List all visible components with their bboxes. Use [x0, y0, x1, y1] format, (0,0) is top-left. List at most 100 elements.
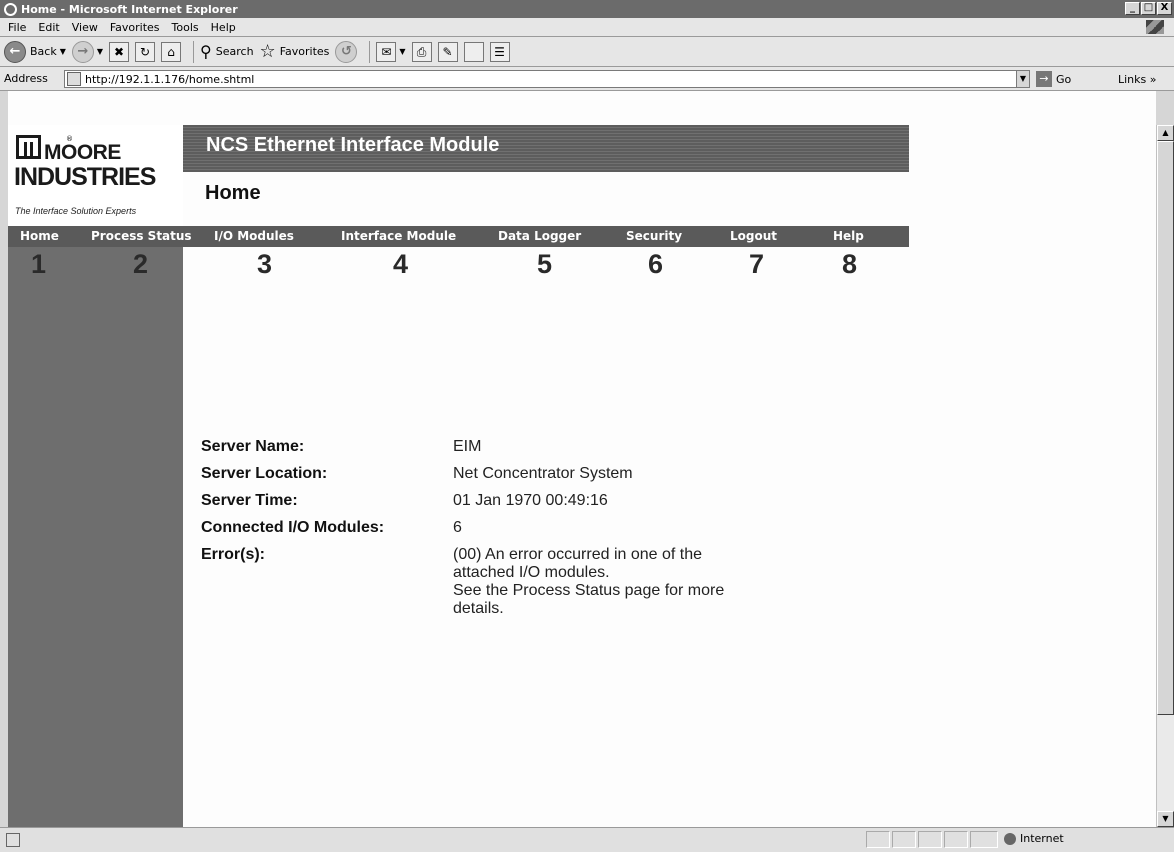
- internet-explorer-icon: [4, 2, 17, 16]
- menu-favorites[interactable]: Favorites: [110, 21, 160, 34]
- search-icon: ⚲: [200, 42, 212, 61]
- page-viewport: ® MOORE INDUSTRIES The Interface Solutio…: [8, 125, 1156, 827]
- server-time-value: 01 Jan 1970 00:49:16: [453, 492, 608, 509]
- banner-title: NCS Ethernet Interface Module: [206, 134, 500, 156]
- sidebar: [8, 247, 183, 827]
- address-input[interactable]: http://192.1.1.176/home.shtml: [64, 70, 1030, 88]
- nav-number-process-status: 2: [133, 249, 149, 279]
- logo-tagline: The Interface Solution Experts: [15, 206, 137, 216]
- print-button[interactable]: ⎙: [411, 41, 432, 62]
- nav-number-security: 6: [648, 249, 664, 279]
- status-pane: [970, 831, 998, 848]
- nav-process-status[interactable]: Process Status: [91, 229, 192, 243]
- security-zone: Internet: [1004, 832, 1064, 845]
- forward-button[interactable]: → ▼: [71, 40, 103, 63]
- star-icon: ☆: [259, 41, 276, 62]
- mail-button[interactable]: ✉ ▼: [376, 41, 406, 62]
- server-time-label: Server Time:: [201, 492, 298, 509]
- home-icon: ⌂: [161, 41, 182, 62]
- status-pane: [918, 831, 942, 848]
- server-name-label: Server Name:: [201, 438, 305, 455]
- links-label: Links: [1118, 73, 1147, 86]
- errors-value: (00) An error occurred in one of the att…: [453, 546, 793, 618]
- nav-interface-module[interactable]: Interface Module: [341, 229, 456, 243]
- forward-arrow-icon: →: [71, 40, 94, 63]
- status-bar: Internet: [0, 827, 1174, 852]
- research-button[interactable]: ☰: [489, 41, 510, 62]
- error-line: (00) An error occurred in one of the: [453, 546, 703, 563]
- vertical-scrollbar[interactable]: ▲ ▼: [1156, 125, 1174, 827]
- menu-edit[interactable]: Edit: [38, 21, 59, 34]
- page-status-icon: [6, 833, 20, 847]
- stop-icon: ✖: [109, 41, 130, 62]
- print-icon: ⎙: [411, 41, 432, 62]
- menu-tools[interactable]: Tools: [172, 21, 199, 34]
- browser-toolbar: ← Back ▼ → ▼ ✖ ↻ ⌂ ⚲ Search ☆ Favorites …: [0, 37, 1174, 67]
- chevron-down-icon[interactable]: ▼: [60, 47, 66, 56]
- discuss-button[interactable]: [463, 41, 484, 62]
- server-location-label: Server Location:: [201, 465, 328, 482]
- scroll-thumb[interactable]: [1157, 141, 1174, 715]
- address-bar: Address http://192.1.1.176/home.shtml ▼ …: [0, 67, 1174, 91]
- address-label: Address: [4, 72, 48, 85]
- chevron-down-icon[interactable]: ▼: [97, 47, 103, 56]
- search-button[interactable]: ⚲ Search: [200, 42, 254, 61]
- toolbar-separator: [369, 40, 371, 63]
- go-label: Go: [1056, 72, 1072, 86]
- home-button[interactable]: ⌂: [161, 41, 182, 62]
- back-button[interactable]: ← Back ▼: [4, 40, 66, 63]
- close-button[interactable]: X: [1157, 2, 1172, 15]
- stop-button[interactable]: ✖: [109, 41, 130, 62]
- discuss-icon: [463, 41, 484, 62]
- nav-security[interactable]: Security: [626, 229, 682, 243]
- chevron-right-icon: »: [1149, 73, 1157, 86]
- address-dropdown-icon[interactable]: ▼: [1016, 70, 1030, 88]
- menu-file[interactable]: File: [8, 21, 26, 34]
- toolbar-separator: [193, 40, 195, 63]
- moore-logo-mark: [16, 135, 41, 159]
- page-title: Home: [205, 182, 261, 204]
- page-icon: [67, 72, 81, 86]
- search-label: Search: [215, 45, 254, 58]
- go-button[interactable]: → Go: [1036, 71, 1071, 87]
- scroll-down-icon[interactable]: ▼: [1157, 811, 1174, 827]
- favorites-button[interactable]: ☆ Favorites: [260, 41, 330, 62]
- minimize-button[interactable]: _: [1125, 2, 1140, 15]
- menu-bar: File Edit View Favorites Tools Help: [0, 18, 1174, 37]
- window-titlebar: Home - Microsoft Internet Explorer _ □ X: [0, 0, 1174, 18]
- server-location-value: Net Concentrator System: [453, 465, 633, 482]
- menu-view[interactable]: View: [72, 21, 98, 34]
- links-button[interactable]: Links »: [1118, 73, 1157, 86]
- nav-io-modules[interactable]: I/O Modules: [214, 229, 294, 243]
- refresh-icon: ↻: [135, 41, 156, 62]
- edit-icon: ✎: [437, 41, 458, 62]
- nav-number-help: 8: [842, 249, 858, 279]
- history-button[interactable]: ↺: [335, 40, 358, 63]
- refresh-button[interactable]: ↻: [135, 41, 156, 62]
- nav-logout[interactable]: Logout: [730, 229, 777, 243]
- error-line: See the Process Status page for more: [453, 582, 725, 599]
- scroll-up-icon[interactable]: ▲: [1157, 125, 1174, 141]
- main-nav: Home Process Status I/O Modules Interfac…: [8, 226, 909, 247]
- windows-logo-icon: [1146, 20, 1164, 34]
- maximize-button[interactable]: □: [1141, 2, 1156, 15]
- chevron-down-icon[interactable]: ▼: [399, 47, 405, 56]
- globe-icon: [1004, 832, 1016, 845]
- window-controls: _ □ X: [1125, 2, 1172, 15]
- nav-data-logger[interactable]: Data Logger: [498, 229, 581, 243]
- history-icon: ↺: [335, 40, 358, 63]
- back-arrow-icon: ←: [4, 40, 26, 63]
- nav-home[interactable]: Home: [20, 229, 59, 243]
- address-url: http://192.1.1.176/home.shtml: [85, 72, 255, 86]
- connected-modules-label: Connected I/O Modules:: [201, 519, 385, 536]
- logo-line1: MOORE: [44, 141, 121, 164]
- connected-modules-value: 6: [453, 519, 462, 536]
- status-pane: [892, 831, 916, 848]
- nav-help[interactable]: Help: [833, 229, 864, 243]
- nav-number-logout: 7: [749, 249, 765, 279]
- server-name-value: EIM: [453, 438, 482, 455]
- menu-help[interactable]: Help: [211, 21, 236, 34]
- edit-button[interactable]: ✎: [437, 41, 458, 62]
- error-line: attached I/O modules.: [453, 564, 610, 581]
- status-pane: [866, 831, 890, 848]
